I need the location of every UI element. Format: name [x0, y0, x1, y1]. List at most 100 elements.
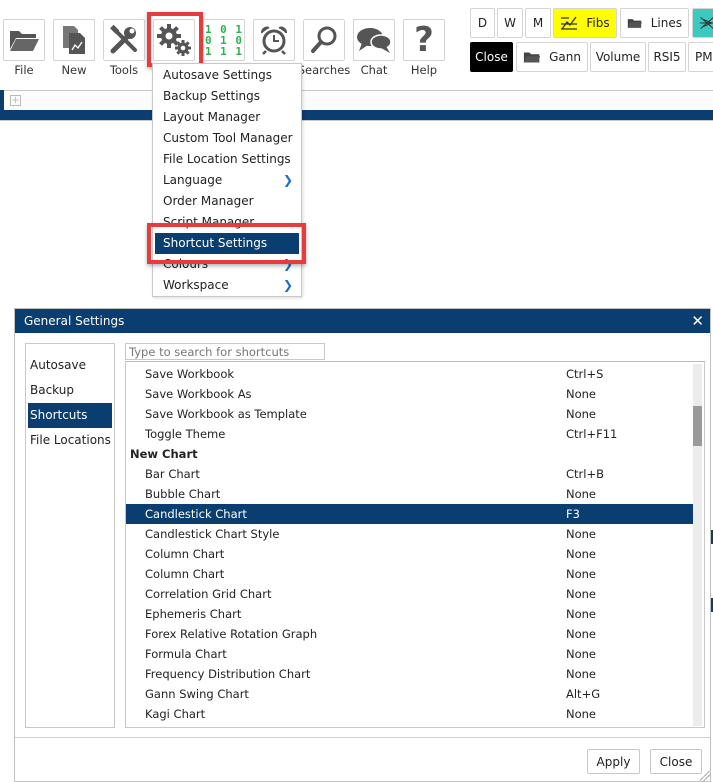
- shortcut-row[interactable]: Save Workbook as Template None: [126, 404, 692, 424]
- shortcut-key[interactable]: None: [566, 544, 596, 564]
- shortcut-name: Candlestick Chart Style: [145, 527, 280, 541]
- shortcut-row[interactable]: Formula Chart None: [126, 644, 692, 664]
- quick-button-d[interactable]: D: [470, 8, 495, 38]
- shortcut-row[interactable]: Bubble Chart None: [126, 484, 692, 504]
- gears-icon: [157, 24, 191, 56]
- quick-button-lines[interactable]: Lines: [620, 8, 689, 38]
- help-label: Help: [410, 63, 438, 77]
- shortcut-name: Save Workbook As: [145, 387, 252, 401]
- shortcut-group-header[interactable]: New Chart: [126, 444, 692, 464]
- dialog-title-bar[interactable]: General Settings ✕: [15, 309, 710, 333]
- searches-button[interactable]: [303, 19, 345, 61]
- shortcut-name: Save Workbook: [145, 367, 235, 381]
- shortcut-search-input[interactable]: [125, 343, 325, 360]
- menu-item-colours[interactable]: Colours ❯: [153, 254, 301, 275]
- new-button[interactable]: [53, 19, 95, 61]
- shortcut-key[interactable]: None: [566, 624, 596, 644]
- shortcut-name: Forex Relative Rotation Graph: [145, 627, 318, 641]
- shortcut-key[interactable]: None: [566, 384, 596, 404]
- shortcut-key[interactable]: Ctrl+S: [566, 364, 603, 384]
- new-chart-icon: [63, 26, 85, 54]
- shortcut-row[interactable]: Frequency Distribution Chart None: [126, 664, 692, 684]
- quick-button-m[interactable]: M: [525, 8, 551, 38]
- help-button[interactable]: ?: [403, 19, 445, 61]
- menu-item-layout-manager[interactable]: Layout Manager: [153, 107, 301, 128]
- shortcut-name: Correlation Grid Chart: [145, 587, 272, 601]
- menu-item-workspace[interactable]: Workspace ❯: [153, 275, 301, 296]
- menu-item-backup-settings[interactable]: Backup Settings: [153, 86, 301, 107]
- quick-button-fibs[interactable]: Fibs: [553, 8, 617, 38]
- apply-button[interactable]: Apply: [587, 749, 640, 774]
- close-button[interactable]: Close: [650, 749, 702, 774]
- shortcut-row[interactable]: Save Workbook Ctrl+S: [126, 364, 692, 384]
- help-question-icon: ?: [414, 20, 434, 60]
- close-icon[interactable]: ✕: [691, 309, 704, 333]
- dialog-title: General Settings: [24, 314, 125, 328]
- add-tab-button[interactable]: +: [10, 95, 21, 106]
- shortcut-row[interactable]: Candlestick Chart Style None: [126, 524, 692, 544]
- search-icon: [311, 26, 337, 53]
- menu-item-file-location-settings[interactable]: File Location Settings: [153, 149, 301, 170]
- resize-grip-icon[interactable]: [700, 771, 710, 781]
- scrollbar[interactable]: [693, 364, 702, 726]
- shortcut-key[interactable]: None: [566, 584, 596, 604]
- menu-item-order-manager[interactable]: Order Manager: [153, 191, 301, 212]
- nav-item-file-locations[interactable]: File Locations: [28, 428, 112, 453]
- chat-button[interactable]: [353, 19, 395, 61]
- shortcut-key[interactable]: None: [566, 524, 596, 544]
- quick-button-pm[interactable]: PM: [688, 42, 713, 72]
- settings-button[interactable]: [153, 19, 195, 61]
- file-button[interactable]: [3, 19, 45, 61]
- shortcut-row[interactable]: Toggle Theme Ctrl+F11: [126, 424, 692, 444]
- menu-item-script-manager[interactable]: Script Manager: [153, 212, 301, 233]
- binary-button[interactable]: 1 0 1 0 1 0 1 1 1: [203, 19, 245, 61]
- shortcut-row[interactable]: Candlestick Chart F3: [126, 504, 701, 524]
- shortcut-key[interactable]: None: [566, 644, 596, 664]
- shortcut-key[interactable]: F3: [566, 504, 580, 524]
- menu-item-custom-tool-manager[interactable]: Custom Tool Manager: [153, 128, 301, 149]
- divider: [0, 120, 713, 121]
- shortcut-key[interactable]: None: [566, 704, 596, 724]
- nav-item-autosave[interactable]: Autosave: [28, 353, 112, 378]
- quick-button-rsi5[interactable]: RSI5: [648, 42, 686, 72]
- shortcut-key[interactable]: None: [566, 564, 596, 584]
- tools-icon: [110, 24, 137, 54]
- menu-item-shortcut-settings[interactable]: Shortcut Settings: [155, 233, 299, 254]
- chevron-right-icon: ❯: [282, 257, 293, 271]
- shortcut-key[interactable]: None: [566, 404, 596, 424]
- tools-button[interactable]: [103, 19, 145, 61]
- chevron-right-icon: ❯: [282, 173, 293, 187]
- nav-item-backup[interactable]: Backup: [28, 378, 112, 403]
- shortcut-row[interactable]: Column Chart None: [126, 544, 692, 564]
- nav-item-shortcuts[interactable]: Shortcuts: [28, 403, 112, 428]
- shortcut-row[interactable]: Forex Relative Rotation Graph None: [126, 624, 692, 644]
- shortcut-key[interactable]: Ctrl+F11: [566, 424, 617, 444]
- quick-button-w[interactable]: W: [497, 8, 523, 38]
- shortcut-row[interactable]: Save Workbook As None: [126, 384, 692, 404]
- shortcut-row[interactable]: Ephemeris Chart None: [126, 604, 692, 624]
- shortcut-key[interactable]: None: [566, 664, 596, 684]
- shortcut-row[interactable]: Gann Swing Chart Alt+G: [126, 684, 692, 704]
- quick-button-gann[interactable]: Gann: [516, 42, 588, 72]
- quick-button-volume[interactable]: Volume: [590, 42, 646, 72]
- alarm-button[interactable]: [253, 19, 295, 61]
- shortcut-row[interactable]: Kagi Chart None: [126, 704, 692, 724]
- shortcut-row[interactable]: Bar Chart Ctrl+B: [126, 464, 692, 484]
- shortcut-key[interactable]: Alt+G: [566, 684, 600, 704]
- menu-item-language[interactable]: Language ❯: [153, 170, 301, 191]
- shortcut-key[interactable]: Ctrl+B: [566, 464, 604, 484]
- shortcut-name: Column Chart: [145, 547, 225, 561]
- binary-icon: 1 0 1 0 1 0 1 1 1: [204, 22, 244, 58]
- quick-button-star-pattern[interactable]: [692, 8, 713, 38]
- shortcut-key[interactable]: None: [566, 604, 596, 624]
- shortcut-name: Frequency Distribution Chart: [145, 667, 311, 681]
- shortcut-key[interactable]: None: [566, 484, 596, 504]
- shortcut-name: Save Workbook as Template: [145, 407, 307, 421]
- shortcut-row[interactable]: Column Chart None: [126, 564, 692, 584]
- shortcut-row[interactable]: Correlation Grid Chart None: [126, 584, 692, 604]
- menu-item-autosave-settings[interactable]: Autosave Settings: [153, 65, 301, 86]
- shortcut-name: Gann Swing Chart: [145, 687, 249, 701]
- scrollbar-thumb[interactable]: [693, 406, 702, 446]
- folder-icon: [523, 52, 541, 63]
- quick-button-close[interactable]: Close: [470, 42, 513, 72]
